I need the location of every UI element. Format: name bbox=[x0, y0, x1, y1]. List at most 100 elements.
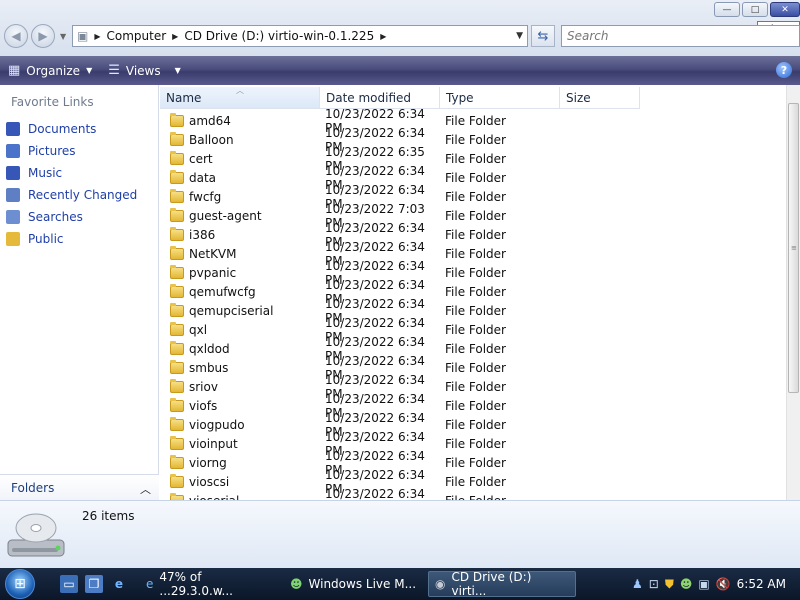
organize-button[interactable]: ▦ Organize ▼ bbox=[0, 56, 100, 85]
type-cell: File Folder bbox=[445, 246, 506, 261]
window-controls: — □ ✕ bbox=[714, 2, 800, 17]
help-button[interactable]: ? bbox=[776, 62, 792, 78]
breadcrumb-arrow-icon[interactable]: ▶ bbox=[380, 32, 386, 41]
type-cell: File Folder bbox=[445, 208, 506, 223]
drive-icon: ▣ bbox=[77, 29, 89, 43]
refresh-icon: ⇆ bbox=[537, 28, 549, 44]
taskbar-item-messenger[interactable]: ☻ Windows Live M... bbox=[284, 571, 424, 597]
volume-muted-icon[interactable]: 🔇 bbox=[716, 577, 731, 591]
sidebar-item-label: Public bbox=[28, 232, 64, 246]
sidebar-item-public[interactable]: Public bbox=[6, 228, 137, 250]
folder-icon bbox=[170, 245, 184, 260]
folder-icon bbox=[170, 207, 184, 222]
taskbar-item-download[interactable]: e 47% of ...29.3.0.w... bbox=[140, 570, 280, 598]
folder-icon bbox=[170, 473, 184, 488]
sidebar-item-label: Recently Changed bbox=[28, 188, 138, 202]
sidebar-item-music[interactable]: Music bbox=[6, 162, 137, 184]
maximize-button[interactable]: □ bbox=[742, 2, 768, 17]
search-input[interactable]: Search bbox=[561, 25, 800, 47]
type-cell: File Folder bbox=[445, 341, 506, 356]
ie-icon: e bbox=[146, 577, 154, 591]
file-name: pvpanic bbox=[189, 265, 237, 280]
file-list-pane: ︿ Name Date modified Type Size amd64 10/23… bbox=[160, 85, 800, 515]
column-header-name[interactable]: ︿ Name bbox=[160, 86, 320, 109]
breadcrumb-cd-drive[interactable]: CD Drive (D:) virtio-win-0.1.225 bbox=[184, 29, 374, 43]
folder-icon bbox=[170, 169, 184, 184]
documents-icon bbox=[6, 122, 20, 136]
folders-label: Folders bbox=[11, 480, 55, 495]
sidebar-item-searches[interactable]: Searches bbox=[6, 206, 137, 228]
close-button[interactable]: ✕ bbox=[770, 2, 800, 17]
sidebar-item-pictures[interactable]: Pictures bbox=[6, 140, 137, 162]
breadcrumb-computer[interactable]: Computer bbox=[107, 29, 167, 43]
type-cell: File Folder bbox=[445, 265, 506, 280]
file-name: viorng bbox=[189, 455, 227, 470]
messenger-tray-icon[interactable]: ☻ bbox=[680, 577, 693, 591]
chevron-down-icon: ▼ bbox=[86, 66, 93, 75]
taskbar-item-label: 47% of ...29.3.0.w... bbox=[159, 570, 233, 598]
vertical-scrollbar[interactable]: ≡ bbox=[786, 85, 800, 500]
sidebar-item-recently-changed[interactable]: Recently Changed bbox=[6, 184, 137, 206]
scrollbar-thumb[interactable]: ≡ bbox=[788, 103, 799, 393]
views-label: Views bbox=[125, 63, 161, 78]
type-cell: File Folder bbox=[445, 322, 506, 337]
navigation-pane: Favorite Links Documents Pictures Music … bbox=[0, 85, 159, 500]
switch-windows-icon[interactable]: ❐ bbox=[85, 575, 103, 593]
type-cell: File Folder bbox=[445, 227, 506, 242]
display-icon[interactable]: ▣ bbox=[698, 577, 709, 591]
chevron-down-icon: ▼ bbox=[174, 66, 181, 75]
folder-icon bbox=[170, 340, 184, 355]
show-desktop-icon[interactable]: ▭ bbox=[60, 575, 78, 593]
forward-button[interactable]: ▶ bbox=[31, 24, 55, 48]
type-cell: File Folder bbox=[445, 151, 506, 166]
sidebar-item-documents[interactable]: Documents bbox=[6, 118, 137, 140]
column-header-type[interactable]: Type bbox=[440, 87, 560, 109]
folder-icon bbox=[170, 226, 184, 241]
details-pane: 26 items bbox=[0, 500, 800, 568]
back-button[interactable]: ◀ bbox=[4, 24, 28, 48]
folder-icon bbox=[170, 321, 184, 336]
security-shield-icon[interactable]: ⛊ bbox=[665, 577, 674, 592]
folders-toggle[interactable]: Folders ︿ bbox=[0, 474, 159, 500]
address-bar[interactable]: ▣ ▶ Computer ▶ CD Drive (D:) virtio-win-… bbox=[72, 25, 528, 47]
column-header-size[interactable]: Size bbox=[560, 87, 640, 109]
folder-icon bbox=[170, 188, 184, 203]
refresh-button[interactable]: ⇆ bbox=[531, 25, 555, 47]
organize-label: Organize bbox=[26, 63, 81, 78]
back-arrow-icon: ◀ bbox=[11, 29, 21, 43]
taskbar-item-label: Windows Live M... bbox=[308, 577, 417, 591]
file-name-cell: cert bbox=[160, 150, 320, 166]
file-name: viofs bbox=[189, 398, 218, 413]
music-icon bbox=[6, 166, 20, 180]
folder-icon bbox=[170, 359, 184, 374]
file-name-cell: qxl bbox=[160, 321, 320, 337]
file-name-cell: amd64 bbox=[160, 112, 320, 128]
address-dropdown-icon[interactable]: ▼ bbox=[516, 31, 523, 41]
system-tray: ♟ ⊡ ⛊ ☻ ▣ 🔇 6:52 AM bbox=[632, 568, 800, 600]
minimize-button[interactable]: — bbox=[714, 2, 740, 17]
taskbar-item-explorer[interactable]: ◉ CD Drive (D:) virti... bbox=[428, 570, 576, 598]
favorite-links-heading: Favorite Links bbox=[11, 95, 94, 109]
type-cell: File Folder bbox=[445, 417, 506, 432]
file-name-cell: Balloon bbox=[160, 131, 320, 147]
folder-icon bbox=[170, 283, 184, 298]
views-button[interactable]: ☰ Views ▼ bbox=[100, 56, 189, 85]
ie-icon[interactable]: e bbox=[110, 575, 128, 593]
file-name-cell: viofs bbox=[160, 397, 320, 413]
sidebar-item-label: Pictures bbox=[28, 144, 76, 158]
cd-drive-icon: ◉ bbox=[435, 577, 446, 591]
sidebar-item-label: Documents bbox=[28, 122, 97, 136]
window-topbar: — □ ✕ Close ◀ ▶ ▼ ▣ ▶ Computer ▶ CD Driv… bbox=[0, 0, 800, 56]
recently-changed-icon bbox=[6, 188, 20, 202]
file-name-cell: qemupciserial bbox=[160, 302, 320, 318]
organize-icon: ▦ bbox=[8, 63, 21, 78]
network-icon[interactable]: ⊡ bbox=[649, 577, 659, 591]
recent-pages-dropdown[interactable]: ▼ bbox=[60, 32, 66, 41]
type-cell: File Folder bbox=[445, 113, 506, 128]
breadcrumb-arrow-icon[interactable]: ▶ bbox=[172, 32, 178, 41]
users-icon[interactable]: ♟ bbox=[632, 577, 643, 591]
breadcrumb-arrow-icon[interactable]: ▶ bbox=[94, 32, 100, 41]
taskbar: ⊞ ▭ ❐ e e 47% of ...29.3.0.w... ☻ Windows … bbox=[0, 568, 800, 600]
clock[interactable]: 6:52 AM bbox=[737, 577, 786, 591]
start-button[interactable]: ⊞ bbox=[0, 568, 40, 600]
